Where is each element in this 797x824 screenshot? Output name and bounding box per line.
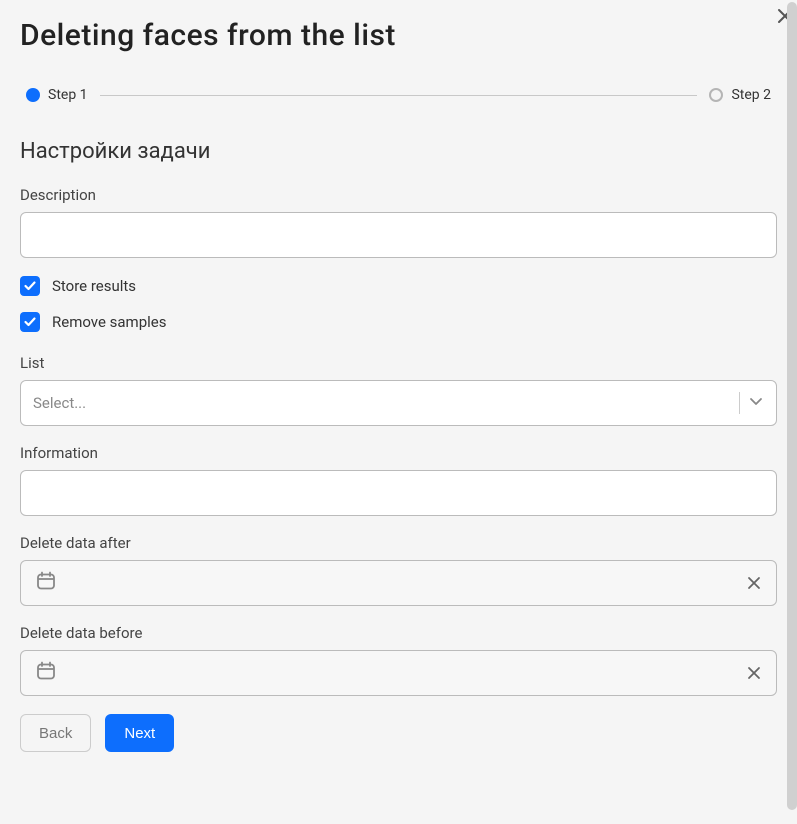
select-divider xyxy=(739,392,740,414)
information-label: Information xyxy=(20,444,777,462)
clear-before-icon[interactable] xyxy=(746,665,762,681)
scrollbar[interactable] xyxy=(787,2,797,810)
list-select[interactable]: Select... xyxy=(20,380,777,426)
step-1-circle-icon xyxy=(26,88,40,102)
remove-samples-label: Remove samples xyxy=(52,313,166,331)
step-1[interactable]: Step 1 xyxy=(26,87,88,103)
list-label: List xyxy=(20,354,777,372)
clear-after-icon[interactable] xyxy=(746,575,762,591)
step-2[interactable]: Step 2 xyxy=(709,87,771,103)
information-input[interactable] xyxy=(20,470,777,516)
step-2-label: Step 2 xyxy=(731,87,771,103)
remove-samples-checkbox[interactable] xyxy=(20,312,40,332)
step-1-label: Step 1 xyxy=(48,87,88,103)
calendar-icon xyxy=(35,660,57,686)
step-line xyxy=(100,95,698,96)
section-heading: Настройки задачи xyxy=(20,139,777,164)
delete-after-input[interactable] xyxy=(20,560,777,606)
delete-before-input[interactable] xyxy=(20,650,777,696)
step-2-circle-icon xyxy=(709,88,723,102)
next-button[interactable]: Next xyxy=(105,714,174,752)
delete-after-label: Delete data after xyxy=(20,534,777,552)
store-results-checkbox[interactable] xyxy=(20,276,40,296)
stepper: Step 1 Step 2 xyxy=(20,87,777,103)
description-label: Description xyxy=(20,186,777,204)
page-title: Deleting faces from the list xyxy=(20,18,777,53)
store-results-label: Store results xyxy=(52,277,136,295)
delete-before-label: Delete data before xyxy=(20,624,777,642)
back-button[interactable]: Back xyxy=(20,714,91,752)
calendar-icon xyxy=(35,570,57,596)
list-placeholder: Select... xyxy=(33,394,86,412)
chevron-down-icon xyxy=(748,393,764,413)
description-input[interactable] xyxy=(20,212,777,258)
